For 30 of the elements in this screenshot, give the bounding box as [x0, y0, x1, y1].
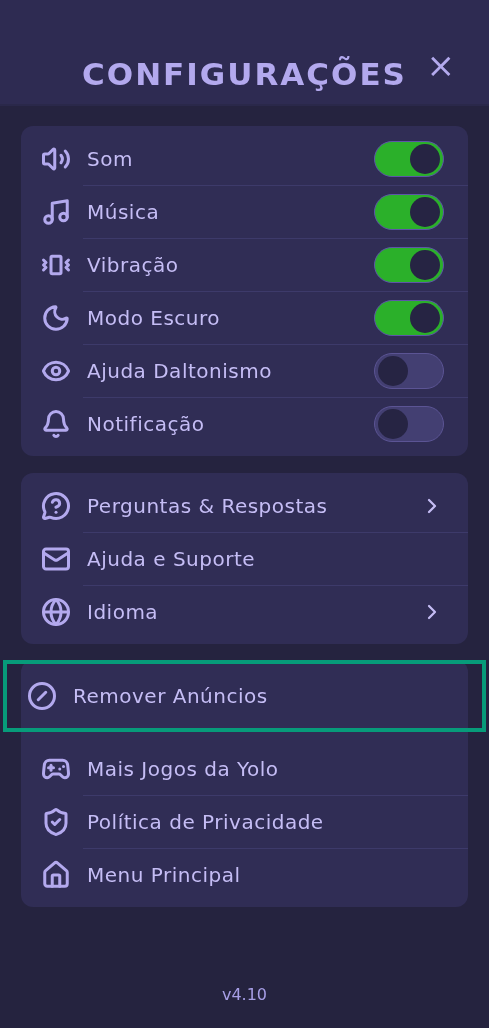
menu-item[interactable]: Idioma — [21, 585, 468, 638]
setting-label: Som — [87, 146, 134, 171]
toggle-switch[interactable] — [374, 405, 444, 442]
settings-title: CONFIGURAÇÕES — [82, 56, 407, 92]
toggle-switch[interactable] — [374, 140, 444, 177]
shield-check-icon — [41, 806, 71, 837]
house-icon — [41, 859, 71, 890]
toggle-switch[interactable] — [374, 246, 444, 283]
setting-label: Modo Escuro — [87, 305, 222, 330]
no-ads-icon — [27, 681, 57, 711]
music-note-icon — [41, 196, 71, 227]
bell-icon — [41, 408, 71, 439]
version-label: v4.10 — [221, 985, 268, 1004]
setting-label: Música — [87, 199, 161, 224]
toggle-switch[interactable] — [374, 299, 444, 336]
menu-item[interactable]: Remover Anúncios — [3, 660, 486, 732]
menu-item[interactable]: Menu Principal — [21, 848, 468, 901]
toggle-switch[interactable] — [374, 193, 444, 230]
setting-label: Ajuda Daltonismo — [87, 358, 273, 383]
moon-icon — [41, 302, 71, 333]
globe-icon — [41, 596, 71, 627]
setting-label: Vibração — [87, 252, 180, 277]
close-button[interactable]: × — [426, 48, 455, 82]
menu-item[interactable]: Mais Jogos da Yolo — [21, 742, 468, 795]
menu-item[interactable]: Política de Privacidade — [21, 795, 468, 848]
menu-item[interactable]: Perguntas & Respostas — [21, 479, 468, 532]
toggle-switch[interactable] — [374, 352, 444, 389]
setting-label: Notificação — [87, 411, 206, 436]
question-chat-icon — [41, 490, 71, 521]
menu-item[interactable]: Ajuda e Suporte — [21, 532, 468, 585]
